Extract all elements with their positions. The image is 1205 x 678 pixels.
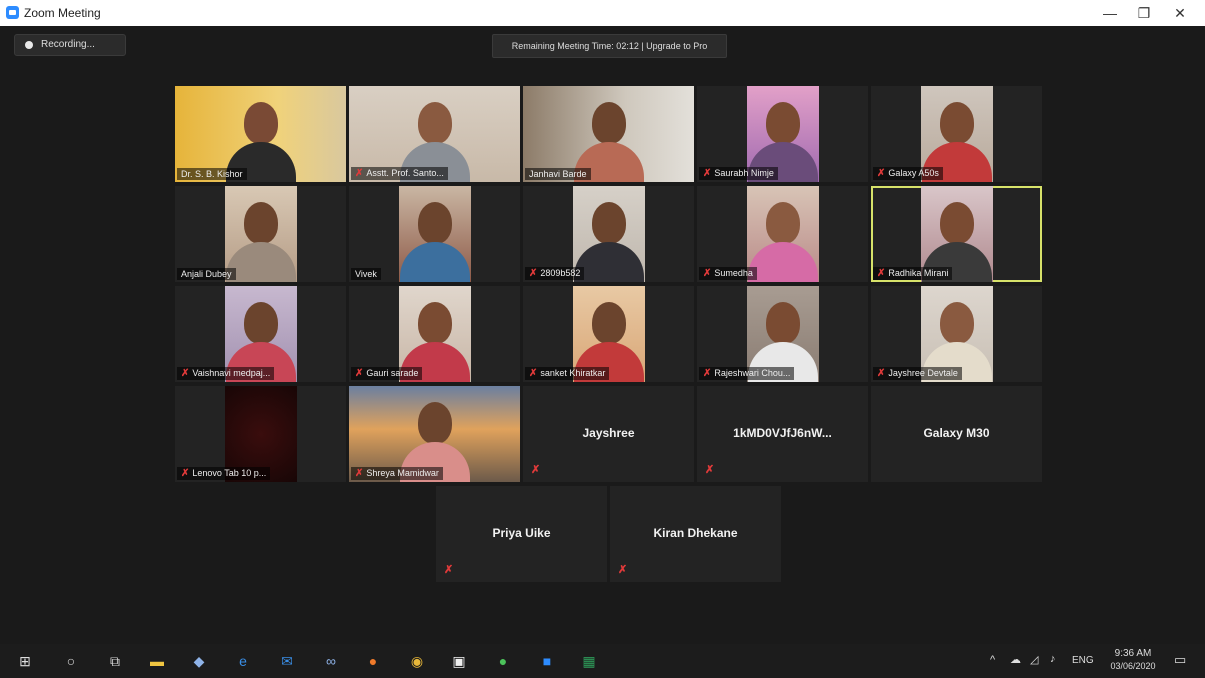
participant-tile[interactable]: Jayshree ✗ — [523, 386, 694, 482]
participant-name: ✗ Gauri sarade — [351, 367, 423, 380]
mic-muted-icon: ✗ — [355, 468, 364, 479]
participant-name: Galaxy M30 — [923, 426, 990, 440]
participant-tile[interactable]: ✗ Lenovo Tab 10 p... — [175, 386, 346, 482]
clock-time: 9:36 AM — [1114, 648, 1152, 659]
active-speaker-tile[interactable]: ✗ Radhika Mirani — [871, 186, 1042, 282]
clock[interactable]: 9:36 AM 03/06/2020 — [1110, 648, 1156, 671]
mic-muted-icon: ✗ — [444, 564, 454, 576]
participant-tile[interactable]: Janhavi Barde — [523, 86, 694, 182]
chrome-icon[interactable]: ◉ — [408, 652, 426, 670]
participant-tile[interactable]: Vivek — [349, 186, 520, 282]
participant-tile[interactable]: Kiran Dhekane ✗ — [610, 486, 781, 582]
language-indicator[interactable]: ENG — [1072, 655, 1094, 666]
tray-chevron-icon[interactable]: ^ — [990, 654, 995, 666]
search-icon[interactable]: ○ — [62, 652, 80, 670]
restore-button[interactable]: ❐ — [1127, 0, 1161, 26]
participant-tile[interactable]: Galaxy M30 — [871, 386, 1042, 482]
participant-name: ✗ Asstt. Prof. Santo... — [351, 167, 448, 180]
windows-start-icon[interactable]: ⊞ — [16, 652, 34, 670]
participant-tile[interactable]: ✗ 2809b582 — [523, 186, 694, 282]
participant-name: ✗ Shreya Mamidwar — [351, 467, 443, 480]
participant-tile[interactable]: ✗ Saurabh Nimje — [697, 86, 868, 182]
mic-muted-icon: ✗ — [529, 368, 538, 379]
participant-name: ✗ Rajeshwari Chou... — [699, 367, 795, 380]
recording-indicator[interactable]: Recording... — [14, 34, 126, 56]
participant-tile[interactable]: ✗ Galaxy A50s — [871, 86, 1042, 182]
participant-name: ✗ 2809b582 — [525, 267, 585, 280]
record-dot-icon — [25, 41, 33, 49]
recording-label: Recording... — [41, 39, 95, 50]
video-feed — [399, 186, 471, 282]
participant-tile[interactable]: 1kMD0VJfJ6nW... ✗ — [697, 386, 868, 482]
paint-icon[interactable]: ◆ — [190, 652, 208, 670]
meeting-time-banner[interactable]: Remaining Meeting Time: 02:12 | Upgrade … — [492, 34, 727, 58]
participant-name: ✗ Vaishnavi medpaj... — [177, 367, 275, 380]
mic-muted-icon: ✗ — [703, 168, 712, 179]
minimize-button[interactable]: — — [1093, 0, 1127, 26]
participant-tile[interactable]: ✗ Rajeshwari Chou... — [697, 286, 868, 382]
window-title: Zoom Meeting — [24, 6, 101, 20]
participant-name: ✗ sanket Khiratkar — [525, 367, 610, 380]
participant-name: Anjali Dubey — [177, 268, 236, 280]
participant-tile[interactable]: ✗ Shreya Mamidwar — [349, 386, 520, 482]
mic-muted-icon: ✗ — [877, 368, 886, 379]
notifications-icon[interactable]: ▭ — [1174, 652, 1186, 668]
mic-muted-icon: ✗ — [529, 268, 538, 279]
participant-tile[interactable]: Priya Uike ✗ — [436, 486, 607, 582]
zoom-icon[interactable]: ■ — [538, 652, 556, 670]
volume-icon[interactable]: ♪ — [1050, 653, 1056, 665]
video-feed — [225, 186, 297, 282]
meeting-area: Recording... Remaining Meeting Time: 02:… — [0, 26, 1205, 644]
link-icon[interactable]: ∞ — [322, 652, 340, 670]
mic-muted-icon: ✗ — [181, 368, 190, 379]
network-icon[interactable]: ◿ — [1030, 653, 1038, 666]
participant-name: ✗ Galaxy A50s — [873, 167, 943, 180]
windows-taskbar: ⊞ ○ ⧉ ▬ ◆ e ✉ ∞ ● ◉ ▣ ● ■ ▦ ^ ☁ ◿ ♪ ENG … — [0, 644, 1205, 678]
mic-muted-icon: ✗ — [355, 168, 364, 179]
participant-name: ✗ Sumedha — [699, 267, 757, 280]
firefox-icon[interactable]: ● — [364, 652, 382, 670]
mic-muted-icon: ✗ — [705, 464, 715, 476]
mic-muted-icon: ✗ — [877, 268, 886, 279]
mail-icon[interactable]: ✉ — [278, 652, 296, 670]
store-icon[interactable]: ▣ — [450, 652, 468, 670]
mic-muted-icon: ✗ — [877, 168, 886, 179]
mic-muted-icon: ✗ — [355, 368, 364, 379]
participant-name: Priya Uike — [492, 526, 551, 540]
video-feed — [747, 186, 819, 282]
participant-name: Vivek — [351, 268, 381, 280]
participant-name: Kiran Dhekane — [653, 526, 738, 540]
clock-date: 03/06/2020 — [1110, 661, 1156, 671]
participant-tile[interactable]: Dr. S. B. Kishor — [175, 86, 346, 182]
participant-tile[interactable]: ✗ Jayshree Devtale — [871, 286, 1042, 382]
participant-tile[interactable]: ✗ sanket Khiratkar — [523, 286, 694, 382]
title-bar: Zoom Meeting — ❐ ✕ — [0, 0, 1205, 26]
participant-tile[interactable]: ✗ Sumedha — [697, 186, 868, 282]
participant-name: ✗ Radhika Mirani — [873, 267, 953, 280]
mic-muted-icon: ✗ — [181, 468, 190, 479]
task-view-icon[interactable]: ⧉ — [106, 652, 124, 670]
edge-icon[interactable]: e — [234, 652, 252, 670]
participant-name: Jayshree — [582, 426, 635, 440]
participant-tile[interactable]: ✗ Vaishnavi medpaj... — [175, 286, 346, 382]
file-explorer-icon[interactable]: ▬ — [148, 652, 166, 670]
mic-muted-icon: ✗ — [531, 464, 541, 476]
excel-icon[interactable]: ▦ — [580, 652, 598, 670]
close-button[interactable]: ✕ — [1163, 0, 1197, 26]
participant-name: ✗ Saurabh Nimje — [699, 167, 778, 180]
zoom-app-icon — [6, 6, 19, 19]
participant-name: ✗ Jayshree Devtale — [873, 367, 962, 380]
participant-name: ✗ Lenovo Tab 10 p... — [177, 467, 271, 480]
participant-name: Dr. S. B. Kishor — [177, 168, 247, 180]
mic-muted-icon: ✗ — [703, 368, 712, 379]
participant-tile[interactable]: Anjali Dubey — [175, 186, 346, 282]
whatsapp-icon[interactable]: ● — [494, 652, 512, 670]
onedrive-icon[interactable]: ☁ — [1010, 653, 1021, 666]
mic-muted-icon: ✗ — [703, 268, 712, 279]
participant-name: Janhavi Barde — [525, 168, 591, 180]
participant-name: 1kMD0VJfJ6nW... — [733, 426, 832, 440]
participant-tile[interactable]: ✗ Gauri sarade — [349, 286, 520, 382]
mic-muted-icon: ✗ — [618, 564, 628, 576]
participant-tile[interactable]: ✗ Asstt. Prof. Santo... — [349, 86, 520, 182]
